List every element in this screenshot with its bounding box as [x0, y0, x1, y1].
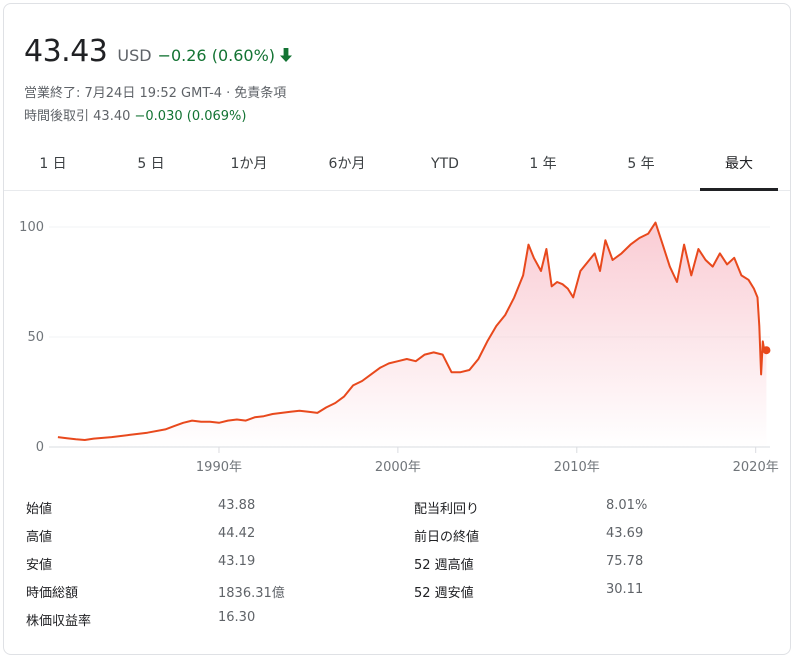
stat-label: 株価収益率	[26, 614, 92, 629]
price-change: −0.26 (0.60%)	[157, 46, 276, 65]
x-tick-label: 1990年	[196, 460, 242, 475]
stat-value: 1836.31億	[218, 586, 285, 601]
price-chart[interactable]: 0 50 100 1990年 2000年 2010年 2020年	[4, 194, 790, 484]
after-hours: 時間後取引 43.40 −0.030 (0.069%)	[24, 105, 246, 124]
after-hours-label: 時間後取引	[24, 109, 90, 124]
stat-value: 43.19	[218, 554, 256, 569]
stat-label: 前日の終値	[414, 530, 480, 545]
stat-label: 52 週安値	[414, 586, 474, 601]
currency-code: USD	[117, 46, 152, 65]
meta-separator: ·	[226, 86, 231, 101]
stat-label: 高値	[26, 530, 53, 545]
stat-label: 安値	[26, 558, 53, 573]
current-point-marker	[762, 346, 771, 355]
y-tick-label: 100	[19, 220, 44, 235]
stock-quote-card: 43.43 USD −0.26 (0.60%) 営業終了: 7月24日 19:5…	[3, 3, 791, 655]
stat-label: 配当利回り	[414, 502, 480, 517]
x-tick-label: 2020年	[733, 460, 779, 475]
tab-1m[interactable]: 1か月	[200, 144, 298, 190]
stat-value: 44.42	[218, 526, 256, 541]
y-tick-label: 50	[27, 330, 44, 345]
stat-value: 16.30	[218, 610, 256, 625]
price-row: 43.43 USD −0.26 (0.60%)	[24, 34, 293, 69]
after-hours-price: 43.40	[93, 109, 131, 124]
close-time: 営業終了: 7月24日 19:52 GMT-4	[24, 86, 223, 101]
tab-ytd[interactable]: YTD	[396, 144, 494, 190]
tab-5y[interactable]: 5 年	[592, 144, 690, 190]
stat-value: 43.88	[218, 498, 256, 513]
stat-value: 75.78	[606, 554, 644, 569]
x-tick-label: 2000年	[375, 460, 421, 475]
stat-value: 30.11	[606, 582, 644, 597]
tab-6m[interactable]: 6か月	[298, 144, 396, 190]
tab-1d[interactable]: 1 日	[4, 144, 102, 190]
tab-max[interactable]: 最大	[690, 144, 788, 191]
stat-label: 始値	[26, 502, 53, 517]
tab-1y[interactable]: 1 年	[494, 144, 592, 190]
x-tick-label: 2010年	[554, 460, 600, 475]
arrow-down-icon	[279, 47, 293, 63]
stat-value: 43.69	[606, 526, 644, 541]
stat-label: 時価総額	[26, 586, 79, 601]
market-status: 営業終了: 7月24日 19:52 GMT-4 · 免責条項	[24, 82, 286, 101]
after-hours-change: −0.030 (0.069%)	[134, 109, 247, 124]
range-tabs: 1 日 5 日 1か月 6か月 YTD 1 年 5 年 最大	[4, 144, 790, 191]
disclaimer-link[interactable]: 免責条項	[234, 86, 286, 101]
series-area	[57, 222, 767, 447]
y-tick-label: 0	[36, 440, 44, 455]
current-price: 43.43	[24, 34, 108, 69]
stat-label: 52 週高値	[414, 558, 474, 573]
stat-value: 8.01%	[606, 498, 648, 513]
tab-5d[interactable]: 5 日	[102, 144, 200, 190]
price-chart-svg: 0 50 100 1990年 2000年 2010年 2020年	[19, 220, 779, 475]
